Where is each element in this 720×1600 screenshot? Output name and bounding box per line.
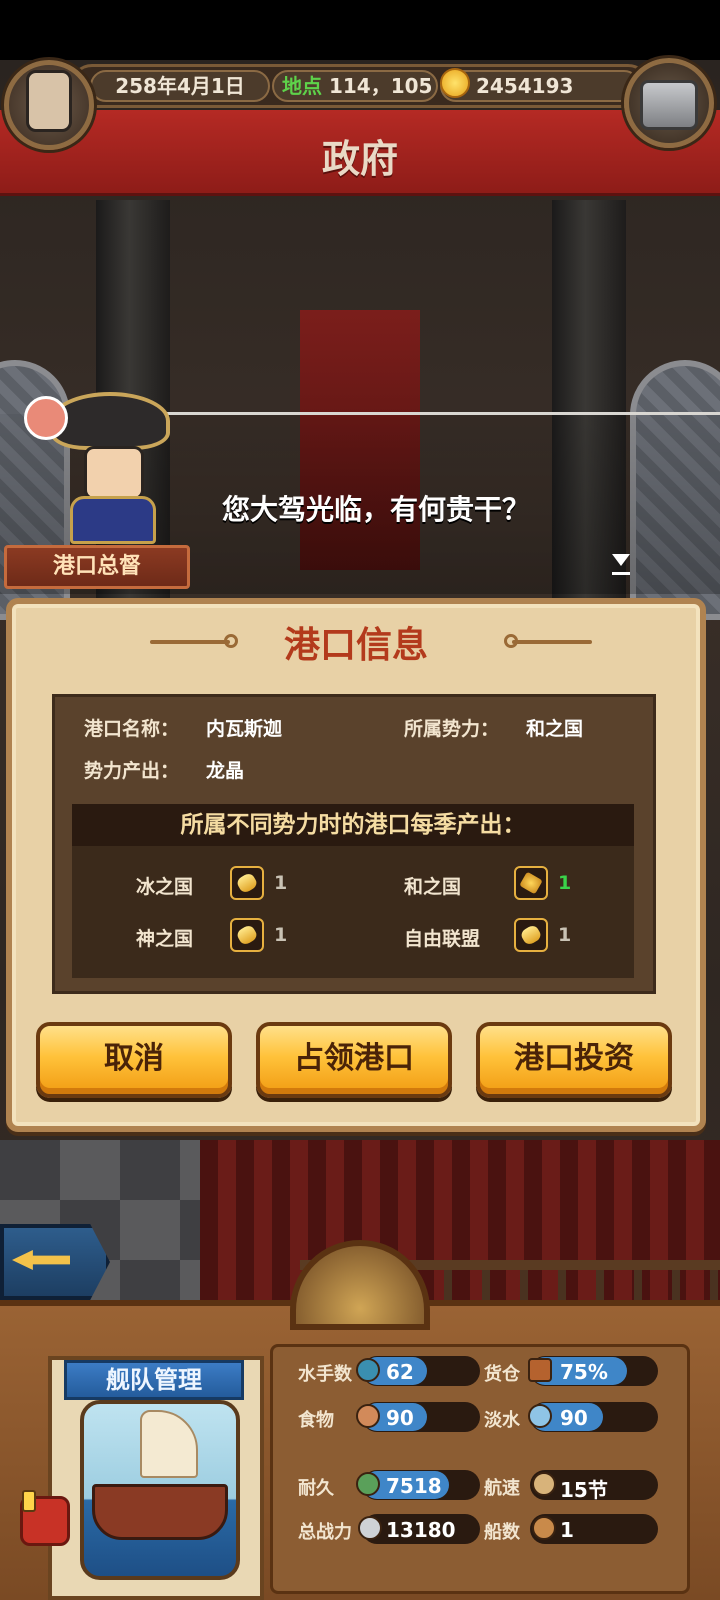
production-value: 1: [274, 872, 288, 894]
water-label: 淡水: [484, 1410, 520, 1431]
sailors-label: 水手数: [298, 1364, 352, 1385]
skull-icon: [358, 1516, 382, 1540]
page-title: 政府: [321, 136, 398, 181]
location-label: 地点: [282, 74, 322, 98]
gold-amount: 2454193: [440, 70, 640, 102]
durability-label: 耐久: [298, 1478, 334, 1499]
panel-title: 港口信息: [283, 624, 428, 666]
port-name-label: 港口名称：: [84, 718, 180, 740]
water-jug-icon: [528, 1404, 552, 1428]
governor-face: [84, 446, 144, 500]
dragon-crystal-icon: [514, 866, 548, 900]
faction-output-label: 势力产出：: [84, 760, 180, 782]
faction-value: 和之国: [526, 718, 584, 740]
gold-coin-icon: [440, 68, 470, 98]
production-faction-name: 神之国: [136, 928, 194, 950]
production-value: 1: [274, 924, 288, 946]
production-value: 1: [558, 924, 572, 946]
speed-label: 航速: [484, 1478, 520, 1499]
player-portrait-icon: [26, 70, 72, 132]
plume-icon: [24, 396, 68, 440]
production-faction-name: 冰之国: [136, 876, 194, 898]
port-governor-portrait: [10, 384, 170, 544]
production-faction-name: 自由联盟: [404, 928, 481, 950]
cancel-button[interactable]: 取消: [36, 1022, 232, 1098]
sailor-icon: [356, 1358, 380, 1382]
food-label: 食物: [298, 1410, 334, 1431]
cargo-label: 货仓: [484, 1364, 520, 1385]
production-table-title: 所属不同势力时的港口每季产出：: [72, 804, 634, 846]
dialog-continue-icon[interactable]: [612, 554, 630, 566]
power-value: 13180: [386, 1518, 456, 1542]
meat-icon: [356, 1404, 380, 1428]
status-bar: [0, 0, 720, 60]
gold-ingot-icon: [514, 918, 548, 952]
tricorn-hat-icon: [50, 392, 170, 450]
sail-speed-icon: [532, 1472, 556, 1496]
production-table: [72, 846, 634, 978]
port-name-value: 内瓦斯迦: [206, 718, 283, 740]
treasure-chest-icon: [640, 80, 698, 130]
gold-ingot-icon: [230, 918, 264, 952]
occupy-port-button[interactable]: 占领港口: [256, 1022, 452, 1098]
cargo-crate-icon: [528, 1358, 552, 1382]
dialog-continue-underline: [612, 572, 630, 575]
durability-value: 7518: [386, 1474, 442, 1498]
ship-durability-icon: [356, 1472, 380, 1496]
dialog-text: 您大驾光临，有何贵干？: [222, 493, 531, 526]
water-value: 90: [560, 1406, 588, 1430]
ship-hull-icon: [92, 1484, 228, 1540]
exclamation-icon: [22, 1490, 36, 1512]
game-date: 258年4月1日: [90, 70, 270, 102]
food-value: 90: [386, 1406, 414, 1430]
location-coords: 114，105: [328, 74, 433, 98]
cargo-value: 75%: [560, 1360, 608, 1384]
ship-count-icon: [532, 1516, 556, 1540]
ships-value: 1: [560, 1518, 574, 1542]
location-readout: 地点 114，105: [272, 70, 438, 102]
fleet-management-button[interactable]: 舰队管理: [64, 1360, 244, 1400]
sailors-value: 62: [386, 1360, 414, 1384]
ships-label: 船数: [484, 1522, 520, 1543]
faction-label: 所属势力：: [404, 718, 500, 740]
production-value: 1: [558, 872, 572, 894]
dialog-divider: [160, 412, 720, 415]
npc-name-tag: 港口总督: [4, 545, 190, 589]
power-label: 总战力: [298, 1522, 352, 1543]
gold-ingot-icon: [230, 866, 264, 900]
port-invest-button[interactable]: 港口投资: [476, 1022, 672, 1098]
production-faction-name: 和之国: [404, 876, 462, 898]
faction-output-value: 龙晶: [206, 760, 245, 782]
governor-coat: [70, 496, 156, 544]
speed-value: 15节: [560, 1478, 608, 1502]
